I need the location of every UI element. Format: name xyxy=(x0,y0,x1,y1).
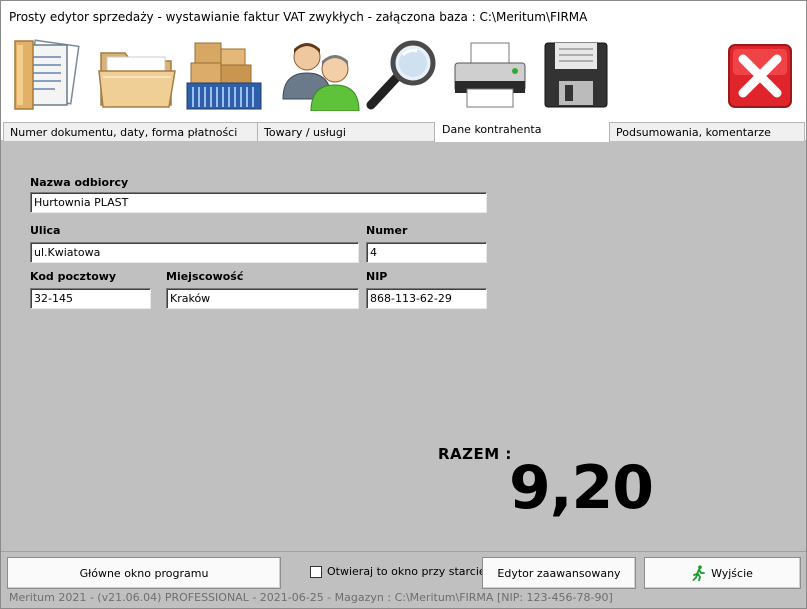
street-label: Ulica xyxy=(30,224,61,237)
tab-bar: Numer dokumentu, daty, forma płatności T… xyxy=(1,115,806,142)
tab-document-dates-payment[interactable]: Numer dokumentu, daty, forma płatności xyxy=(3,122,259,141)
nip-label: NIP xyxy=(366,270,388,283)
advanced-editor-button[interactable]: Edytor zaawansowany xyxy=(482,557,636,589)
total-value: 9,20 xyxy=(509,453,654,523)
tab-summary-comments[interactable]: Podsumowania, komentarze xyxy=(609,122,805,141)
recipient-name-label: Nazwa odbiorcy xyxy=(30,176,129,189)
main-window-button-label: Główne okno programu xyxy=(79,566,209,580)
main-window-button[interactable]: Główne okno programu xyxy=(7,557,281,589)
city-label: Miejscowość xyxy=(166,270,244,283)
contractors-icon[interactable] xyxy=(279,39,363,111)
bottom-bar: Główne okno programu Otwieraj to okno pr… xyxy=(1,551,806,591)
recipient-name-input[interactable] xyxy=(30,192,487,213)
app-window: Prosty edytor sprzedaży - wystawianie fa… xyxy=(0,0,807,609)
open-on-start-checkbox[interactable]: Otwieraj to okno przy starcie xyxy=(310,565,486,578)
status-text: Meritum 2021 - (v21.06.04) PROFESSIONAL … xyxy=(9,591,613,604)
exit-button[interactable]: Wyjście xyxy=(644,557,801,589)
magnifier-icon[interactable] xyxy=(363,39,443,111)
printer-icon[interactable] xyxy=(449,39,531,111)
number-input[interactable] xyxy=(366,242,487,263)
boxes-cart-icon[interactable] xyxy=(185,39,263,111)
walking-man-icon xyxy=(692,565,706,582)
city-input[interactable] xyxy=(166,288,359,309)
checkbox-box[interactable] xyxy=(310,565,322,578)
status-bar: Meritum 2021 - (v21.06.04) PROFESSIONAL … xyxy=(1,591,806,608)
nip-input[interactable] xyxy=(366,288,487,309)
document-icon[interactable] xyxy=(9,39,83,111)
open-on-start-label: Otwieraj to okno przy starcie xyxy=(327,565,486,578)
tab-goods-services[interactable]: Towary / usługi xyxy=(257,122,435,141)
toolbar xyxy=(1,35,806,115)
number-label: Numer xyxy=(366,224,408,237)
exit-button-label: Wyjście xyxy=(711,566,753,580)
postal-code-input[interactable] xyxy=(30,288,151,309)
advanced-editor-button-label: Edytor zaawansowany xyxy=(497,566,621,580)
street-input[interactable] xyxy=(30,242,359,263)
window-title: Prosty edytor sprzedaży - wystawianie fa… xyxy=(9,10,588,24)
close-icon[interactable] xyxy=(727,39,793,111)
contractor-form: Nazwa odbiorcy Ulica Numer Kod pocztowy … xyxy=(1,141,806,551)
postal-code-label: Kod pocztowy xyxy=(30,270,117,283)
floppy-save-icon[interactable] xyxy=(541,39,611,111)
tab-contractor-data[interactable]: Dane kontrahenta xyxy=(435,119,609,142)
total-label: RAZEM : xyxy=(438,445,512,463)
title-bar: Prosty edytor sprzedaży - wystawianie fa… xyxy=(1,1,806,35)
folder-icon[interactable] xyxy=(97,39,177,111)
